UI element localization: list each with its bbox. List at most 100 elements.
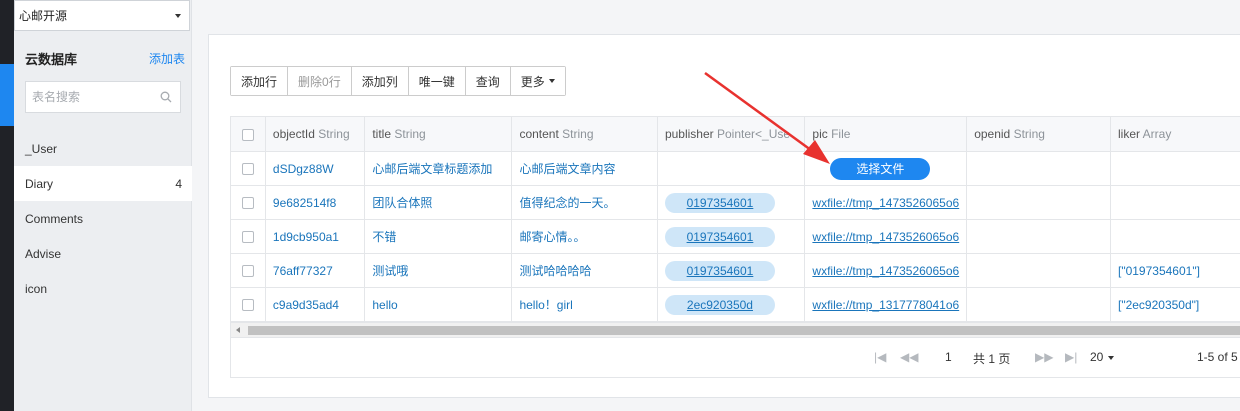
cell-liker[interactable] bbox=[1110, 185, 1240, 220]
column-header-pic[interactable]: pic File bbox=[804, 116, 968, 152]
toolbar: 添加行 删除0行 添加列 唯一键 查询 更多 bbox=[230, 66, 566, 96]
column-header-openid[interactable]: openid String bbox=[966, 116, 1111, 152]
cell-title[interactable]: hello bbox=[364, 287, 513, 322]
cell-title[interactable]: 测试哦 bbox=[364, 253, 513, 288]
row-select-cell bbox=[231, 253, 266, 288]
sidebar-item-advise[interactable]: Advise bbox=[14, 236, 192, 271]
cell-content[interactable]: 邮寄心情。。 bbox=[511, 219, 658, 254]
cell-publisher[interactable] bbox=[657, 151, 806, 186]
query-button[interactable]: 查询 bbox=[465, 67, 511, 95]
table-header-row: objectId String title String content Str… bbox=[231, 116, 1240, 152]
cell-content[interactable]: 测试哈哈哈哈 bbox=[511, 253, 658, 288]
cell-liker[interactable]: ["0197354601"] bbox=[1110, 253, 1240, 288]
table-row: 9e682514f8 团队合体照 值得纪念的一天。 0197354601 wxf… bbox=[231, 185, 1240, 220]
cell-openid[interactable] bbox=[966, 253, 1111, 288]
cell-content[interactable]: 心邮后端文章内容 bbox=[511, 151, 658, 186]
column-header-objectid[interactable]: objectId String bbox=[265, 116, 366, 152]
cell-publisher: 0197354601 bbox=[657, 219, 806, 254]
first-page-icon[interactable]: |◀ bbox=[874, 350, 886, 364]
column-name: openid bbox=[974, 127, 1011, 141]
row-checkbox[interactable] bbox=[241, 231, 254, 244]
cell-objectid[interactable]: 76aff77327 bbox=[265, 253, 366, 288]
file-link[interactable]: wxfile://tmp_1473526065o6 bbox=[812, 196, 959, 210]
add-table-link[interactable]: 添加表 bbox=[149, 50, 185, 67]
cell-content[interactable]: hello！girl bbox=[511, 287, 658, 322]
table-row: 1d9cb950a1 不错 邮寄心情。。 0197354601 wxfile:/… bbox=[231, 219, 1240, 254]
page-size-select[interactable]: 20 bbox=[1090, 350, 1115, 364]
horizontal-scrollbar[interactable] bbox=[230, 322, 1240, 338]
column-header-liker[interactable]: liker Array bbox=[1110, 116, 1240, 152]
sidebar-item-label: Diary bbox=[25, 176, 54, 191]
last-page-icon[interactable]: ▶| bbox=[1065, 350, 1077, 364]
table-row: 76aff77327 测试哦 测试哈哈哈哈 0197354601 wxfile:… bbox=[231, 253, 1240, 288]
scroll-left-icon[interactable] bbox=[236, 327, 240, 333]
unique-key-button[interactable]: 唯一键 bbox=[408, 67, 466, 95]
sidebar-item-diary[interactable]: Diary 4 bbox=[14, 166, 192, 201]
cell-objectid[interactable]: c9a9d35ad4 bbox=[265, 287, 366, 322]
cell-publisher: 2ec920350d bbox=[657, 287, 806, 322]
cell-liker[interactable]: ["2ec920350d"] bbox=[1110, 287, 1240, 322]
add-row-button[interactable]: 添加行 bbox=[231, 67, 289, 95]
sidebar-item-label: icon bbox=[25, 281, 48, 296]
row-checkbox[interactable] bbox=[241, 197, 254, 210]
cell-title[interactable]: 心邮后端文章标题添加 bbox=[364, 151, 513, 186]
sidebar-title: 云数据库 bbox=[25, 52, 78, 67]
table-search bbox=[25, 81, 181, 113]
sidebar-item-icon[interactable]: icon bbox=[14, 271, 192, 306]
sidebar-item-label: _User bbox=[25, 141, 58, 156]
app-selector[interactable]: 心邮开源 bbox=[14, 0, 190, 31]
chevron-down-icon bbox=[175, 14, 181, 18]
file-link[interactable]: wxfile://tmp_1317778041o6 bbox=[812, 298, 959, 312]
file-link[interactable]: wxfile://tmp_1473526065o6 bbox=[812, 230, 959, 244]
table-row: dSDgz88W 心邮后端文章标题添加 心邮后端文章内容 选择文件 bbox=[231, 151, 1240, 186]
column-name: title bbox=[372, 127, 392, 141]
pointer-link[interactable]: 0197354601 bbox=[664, 192, 775, 213]
select-all-checkbox[interactable] bbox=[241, 128, 254, 141]
cell-title[interactable]: 团队合体照 bbox=[364, 185, 513, 220]
column-header-title[interactable]: title String bbox=[364, 116, 513, 152]
pointer-link[interactable]: 0197354601 bbox=[664, 226, 775, 247]
pointer-link[interactable]: 0197354601 bbox=[664, 260, 775, 281]
column-name: pic bbox=[812, 127, 828, 141]
search-icon[interactable] bbox=[160, 91, 172, 103]
cell-objectid[interactable]: dSDgz88W bbox=[265, 151, 366, 186]
sidebar-item-comments[interactable]: Comments bbox=[14, 201, 192, 236]
add-column-button[interactable]: 添加列 bbox=[351, 67, 409, 95]
cell-title[interactable]: 不错 bbox=[364, 219, 513, 254]
cell-objectid[interactable]: 9e682514f8 bbox=[265, 185, 366, 220]
cell-liker[interactable] bbox=[1110, 151, 1240, 186]
row-checkbox[interactable] bbox=[241, 163, 254, 176]
sidebar-item-label: Comments bbox=[25, 211, 84, 226]
file-link[interactable]: wxfile://tmp_1473526065o6 bbox=[812, 264, 959, 278]
delete-rows-button[interactable]: 删除0行 bbox=[288, 67, 352, 95]
cell-openid[interactable] bbox=[966, 219, 1111, 254]
cell-liker[interactable] bbox=[1110, 219, 1240, 254]
row-checkbox[interactable] bbox=[241, 299, 254, 312]
prev-page-icon[interactable]: ◀◀ bbox=[900, 350, 918, 364]
column-name: objectId bbox=[272, 127, 315, 141]
cell-pic: wxfile://tmp_1473526065o6 bbox=[804, 253, 968, 288]
pointer-link[interactable]: 2ec920350d bbox=[664, 294, 775, 315]
column-name: liker bbox=[1117, 127, 1140, 141]
table-search-input[interactable] bbox=[32, 90, 150, 104]
cell-content[interactable]: 值得纪念的一天。 bbox=[511, 185, 658, 220]
page-size-value: 20 bbox=[1090, 350, 1104, 364]
column-type: String bbox=[1013, 127, 1045, 141]
column-header-content[interactable]: content String bbox=[511, 116, 658, 152]
more-button[interactable]: 更多 bbox=[510, 67, 565, 95]
cell-pic: wxfile://tmp_1317778041o6 bbox=[804, 287, 968, 322]
page-number[interactable]: 1 bbox=[945, 350, 952, 364]
cell-pic: 选择文件 bbox=[804, 151, 968, 186]
row-checkbox[interactable] bbox=[241, 265, 254, 278]
cell-openid[interactable] bbox=[966, 185, 1111, 220]
cell-openid[interactable] bbox=[966, 151, 1111, 186]
column-name: content bbox=[519, 127, 559, 141]
cell-openid[interactable] bbox=[966, 287, 1111, 322]
choose-file-button[interactable]: 选择文件 bbox=[830, 157, 931, 180]
column-header-publisher[interactable]: publisher Pointer<_Use bbox=[657, 116, 806, 152]
column-type: String bbox=[318, 127, 350, 141]
sidebar-item-user[interactable]: _User bbox=[14, 131, 192, 166]
scrollbar-thumb[interactable] bbox=[248, 326, 1240, 335]
next-page-icon[interactable]: ▶▶ bbox=[1035, 350, 1053, 364]
cell-objectid[interactable]: 1d9cb950a1 bbox=[265, 219, 366, 254]
